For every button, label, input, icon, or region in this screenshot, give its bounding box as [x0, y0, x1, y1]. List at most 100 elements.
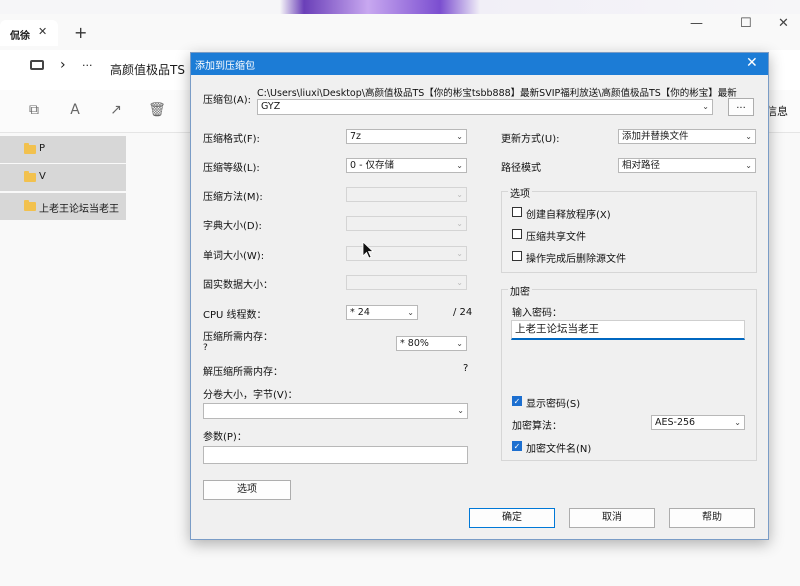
folder-icon	[24, 143, 36, 154]
level-label: 压缩等级(L):	[203, 163, 260, 174]
maximize-icon[interactable]: ☐	[740, 16, 752, 31]
copy-icon[interactable]: ⧉	[25, 101, 43, 119]
address-text: 高颜值极品TS	[110, 63, 185, 77]
ok-button[interactable]: 确定	[469, 508, 555, 528]
explorer-tab-label: 侃徐	[10, 31, 30, 42]
dict-select[interactable]: ⌄	[346, 216, 467, 231]
shared-label: 压缩共享文件	[526, 232, 586, 243]
encrypt-names-label: 加密文件名(N)	[526, 444, 592, 455]
minimize-icon[interactable]: —	[690, 16, 703, 31]
delete-source-checkbox[interactable]	[512, 251, 522, 261]
cpu-value: * 24	[350, 307, 370, 318]
solid-label: 固实数据大小：	[203, 280, 273, 291]
mouse-cursor-icon	[362, 241, 374, 259]
decomp-label: 解压缩所需内存：	[203, 367, 283, 378]
tab-close-icon[interactable]: ✕	[38, 25, 47, 38]
mem-select[interactable]: * 80% ⌄	[396, 336, 467, 351]
show-password-label: 显示密码(S)	[526, 399, 581, 410]
sfx-label: 创建自释放程序(X)	[526, 210, 611, 221]
window-close-icon[interactable]: ✕	[778, 16, 789, 31]
show-password-checkbox[interactable]: ✓	[512, 396, 522, 406]
new-tab-icon[interactable]: +	[74, 23, 87, 42]
file-name: 上老王论坛当老王	[39, 204, 119, 215]
mem-value: * 80%	[400, 338, 429, 349]
mem-label: 压缩所需内存：	[203, 332, 273, 343]
password-label: 输入密码：	[512, 308, 562, 319]
chevron-down-icon: ⌄	[456, 219, 463, 228]
delete-source-label: 操作完成后删除源文件	[526, 254, 626, 265]
chevron-down-icon: ⌄	[456, 161, 463, 170]
dialog-titlebar[interactable]	[191, 53, 768, 75]
file-item[interactable]: P	[0, 136, 126, 163]
rename-icon[interactable]: A	[66, 101, 84, 119]
format-select[interactable]: 7z ⌄	[346, 129, 467, 144]
archive-name-value: GYZ	[261, 101, 281, 112]
chevron-down-icon: ⌄	[456, 190, 463, 199]
chevron-down-icon: ⌄	[456, 278, 463, 287]
help-button[interactable]: 帮助	[669, 508, 755, 528]
method-label: 压缩方法(M):	[203, 192, 263, 203]
params-label: 参数(P)：	[203, 432, 247, 443]
archive-name-combo[interactable]: GYZ ⌄	[257, 99, 713, 115]
file-name: P	[39, 143, 46, 154]
file-item[interactable]: V	[0, 164, 126, 191]
path-mode-value: 相对路径	[622, 160, 661, 171]
details-label[interactable]: 信息	[766, 103, 788, 119]
chevron-down-icon: ⌄	[456, 249, 463, 258]
folder-icon	[24, 200, 36, 211]
nav-more-icon[interactable]: ···	[82, 59, 93, 72]
method-select[interactable]: ⌄	[346, 187, 467, 202]
share-icon[interactable]: ↗	[107, 101, 125, 119]
chevron-down-icon: ⌄	[734, 418, 741, 427]
solid-select[interactable]: ⌄	[346, 275, 467, 290]
cpu-select[interactable]: * 24 ⌄	[346, 305, 418, 320]
split-label: 分卷大小，字节(V)：	[203, 390, 298, 401]
update-select[interactable]: 添加并替换文件 ⌄	[618, 129, 756, 144]
chevron-down-icon: ⌄	[456, 132, 463, 141]
update-value: 添加并替换文件	[622, 131, 689, 142]
desktop-wallpaper	[0, 0, 800, 14]
archive-path: C:\Users\liuxi\Desktop\高颜值极品TS【你的彬宝tsbb8…	[257, 88, 737, 99]
computer-icon[interactable]	[30, 60, 44, 70]
sfx-checkbox[interactable]	[512, 207, 522, 217]
folder-icon	[24, 171, 36, 182]
dialog-title: 添加到压缩包	[195, 61, 255, 72]
split-select[interactable]: ⌄	[203, 403, 468, 419]
chevron-down-icon: ⌄	[407, 308, 414, 317]
params-input[interactable]	[203, 446, 468, 464]
enc-method-label: 加密算法：	[512, 421, 562, 432]
options-group-title: 选项	[508, 185, 532, 200]
nav-chevron-icon[interactable]: ›	[60, 57, 66, 73]
chevron-down-icon: ⌄	[745, 132, 752, 141]
file-item[interactable]: 上老王论坛当老王	[0, 193, 126, 220]
path-mode-select[interactable]: 相对路径 ⌄	[618, 158, 756, 173]
encrypt-names-checkbox[interactable]: ✓	[512, 441, 522, 451]
archive-label: 压缩包(A):	[203, 95, 252, 106]
chevron-down-icon: ⌄	[702, 102, 709, 111]
level-select[interactable]: 0 - 仅存储 ⌄	[346, 158, 467, 173]
add-to-archive-dialog: 添加到压缩包 ✕ 压缩包(A): C:\Users\liuxi\Desktop\…	[190, 52, 769, 540]
update-label: 更新方式(U):	[501, 134, 560, 145]
enc-method-select[interactable]: AES-256 ⌄	[651, 415, 745, 430]
file-name: V	[39, 171, 46, 182]
browse-button[interactable]: ...	[728, 98, 754, 116]
password-input[interactable]: 上老王论坛当老王	[511, 320, 745, 340]
password-value: 上老王论坛当老王	[515, 323, 599, 335]
encryption-group-title: 加密	[508, 283, 532, 298]
chevron-down-icon: ⌄	[745, 161, 752, 170]
shared-checkbox[interactable]	[512, 229, 522, 239]
options-button[interactable]: 选项	[203, 480, 291, 500]
word-label: 单词大小(W):	[203, 251, 265, 262]
delete-icon[interactable]: 🗑	[148, 101, 166, 119]
cpu-label: CPU 线程数：	[203, 310, 267, 321]
chevron-down-icon: ⌄	[456, 339, 463, 348]
format-value: 7z	[350, 131, 362, 142]
dialog-close-icon[interactable]: ✕	[746, 55, 758, 71]
enc-method-value: AES-256	[655, 417, 696, 428]
level-value: 0 - 仅存储	[350, 160, 395, 171]
path-mode-label: 路径模式	[501, 163, 541, 174]
decomp-question: ?	[463, 363, 469, 374]
cancel-button[interactable]: 取消	[569, 508, 655, 528]
format-label: 压缩格式(F):	[203, 134, 260, 145]
cpu-max: / 24	[453, 307, 473, 318]
